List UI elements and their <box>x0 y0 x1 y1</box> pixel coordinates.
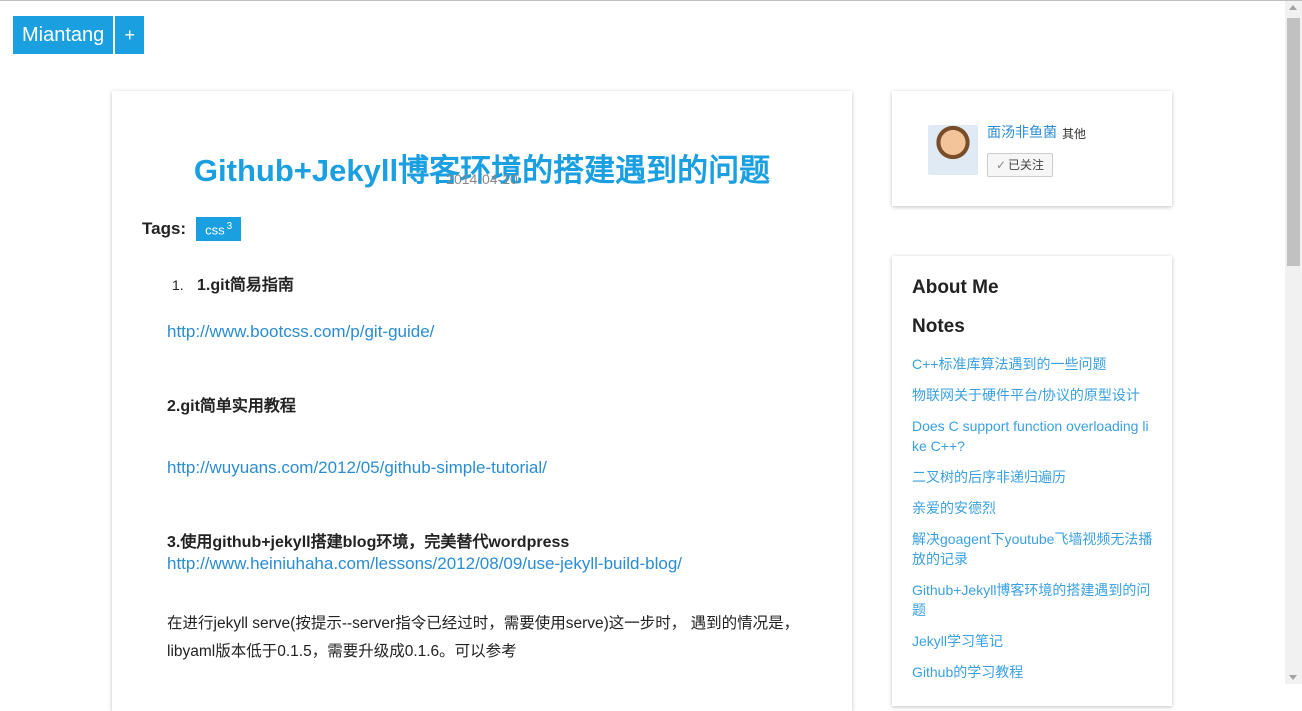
follow-button[interactable]: ✓ 已关注 <box>987 153 1053 177</box>
link-jekyll-blog[interactable]: http://www.heiniuhaha.com/lessons/2012/0… <box>167 554 682 574</box>
link-github-tutorial[interactable]: http://wuyuans.com/2012/05/github-simple… <box>167 458 547 478</box>
note-link[interactable]: 亲爱的安德烈 <box>912 498 1154 518</box>
note-link[interactable]: 二叉树的后序非递归遍历 <box>912 467 1154 487</box>
plus-button[interactable]: + <box>115 16 145 54</box>
vertical-scrollbar[interactable] <box>1285 1 1302 684</box>
heading-git-tutorial: 2.git简单实用教程 <box>167 398 296 415</box>
list-item-title: 1.git简易指南 <box>197 277 294 294</box>
profile-card: 面汤非鱼菌 其他 ✓ 已关注 <box>892 91 1172 206</box>
link-git-guide[interactable]: http://www.bootcss.com/p/git-guide/ <box>167 322 434 342</box>
note-link[interactable]: 解决goagent下youtube飞墙视频无法播放的记录 <box>912 529 1154 569</box>
scroll-down-icon[interactable] <box>1289 675 1297 680</box>
scroll-up-icon[interactable] <box>1289 5 1297 10</box>
check-icon: ✓ <box>995 158 1007 172</box>
tag-css[interactable]: css 3 <box>196 217 242 242</box>
note-link[interactable]: Github的学习教程 <box>912 662 1154 682</box>
window-top-border <box>0 0 1302 1</box>
avatar[interactable] <box>928 125 978 175</box>
notes-list: C++标准库算法遇到的一些问题 物联网关于硬件平台/协议的原型设计 Does C… <box>912 354 1154 693</box>
tags-row: Tags: css 3 <box>142 217 242 242</box>
tag-count: 3 <box>226 221 233 232</box>
brand-button[interactable]: Miantang <box>13 16 114 54</box>
about-me-heading: About Me <box>912 277 999 298</box>
list-number: 1. <box>172 277 184 293</box>
notes-heading: Notes <box>912 316 965 337</box>
heading-jekyll-blog: 3.使用github+jekyll搭建blog环境，完美替代wordpress <box>167 534 570 551</box>
note-link[interactable]: 物联网关于硬件平台/协议的原型设计 <box>912 385 1154 405</box>
paragraph: 在进行jekyll serve(按提示--server指令已经过时，需要使用se… <box>167 615 800 660</box>
site-header: Miantang + <box>13 16 145 54</box>
note-link[interactable]: C++标准库算法遇到的一些问题 <box>912 354 1154 374</box>
follow-label: 已关注 <box>1008 158 1045 172</box>
note-link[interactable]: Github+Jekyll博客环境的搭建遇到的问题 <box>912 580 1154 620</box>
username-link[interactable]: 面汤非鱼菌 <box>987 122 1057 142</box>
tag-name: css <box>205 222 225 238</box>
note-link[interactable]: Does C support function overloading like… <box>912 416 1154 456</box>
post-date: 2014-04-10 <box>446 171 518 187</box>
list-item: 1. 1.git简易指南 <box>169 271 294 295</box>
scrollbar-thumb[interactable] <box>1287 18 1300 266</box>
post-card: Github+Jekyll博客环境的搭建遇到的问题 2014-04-10 Tag… <box>112 91 852 711</box>
user-category: 其他 <box>1062 127 1087 141</box>
tags-label: Tags: <box>142 219 187 239</box>
note-link[interactable]: Jekyll学习笔记 <box>912 631 1154 651</box>
sidebar-card: About Me Notes C++标准库算法遇到的一些问题 物联网关于硬件平台… <box>892 256 1172 706</box>
